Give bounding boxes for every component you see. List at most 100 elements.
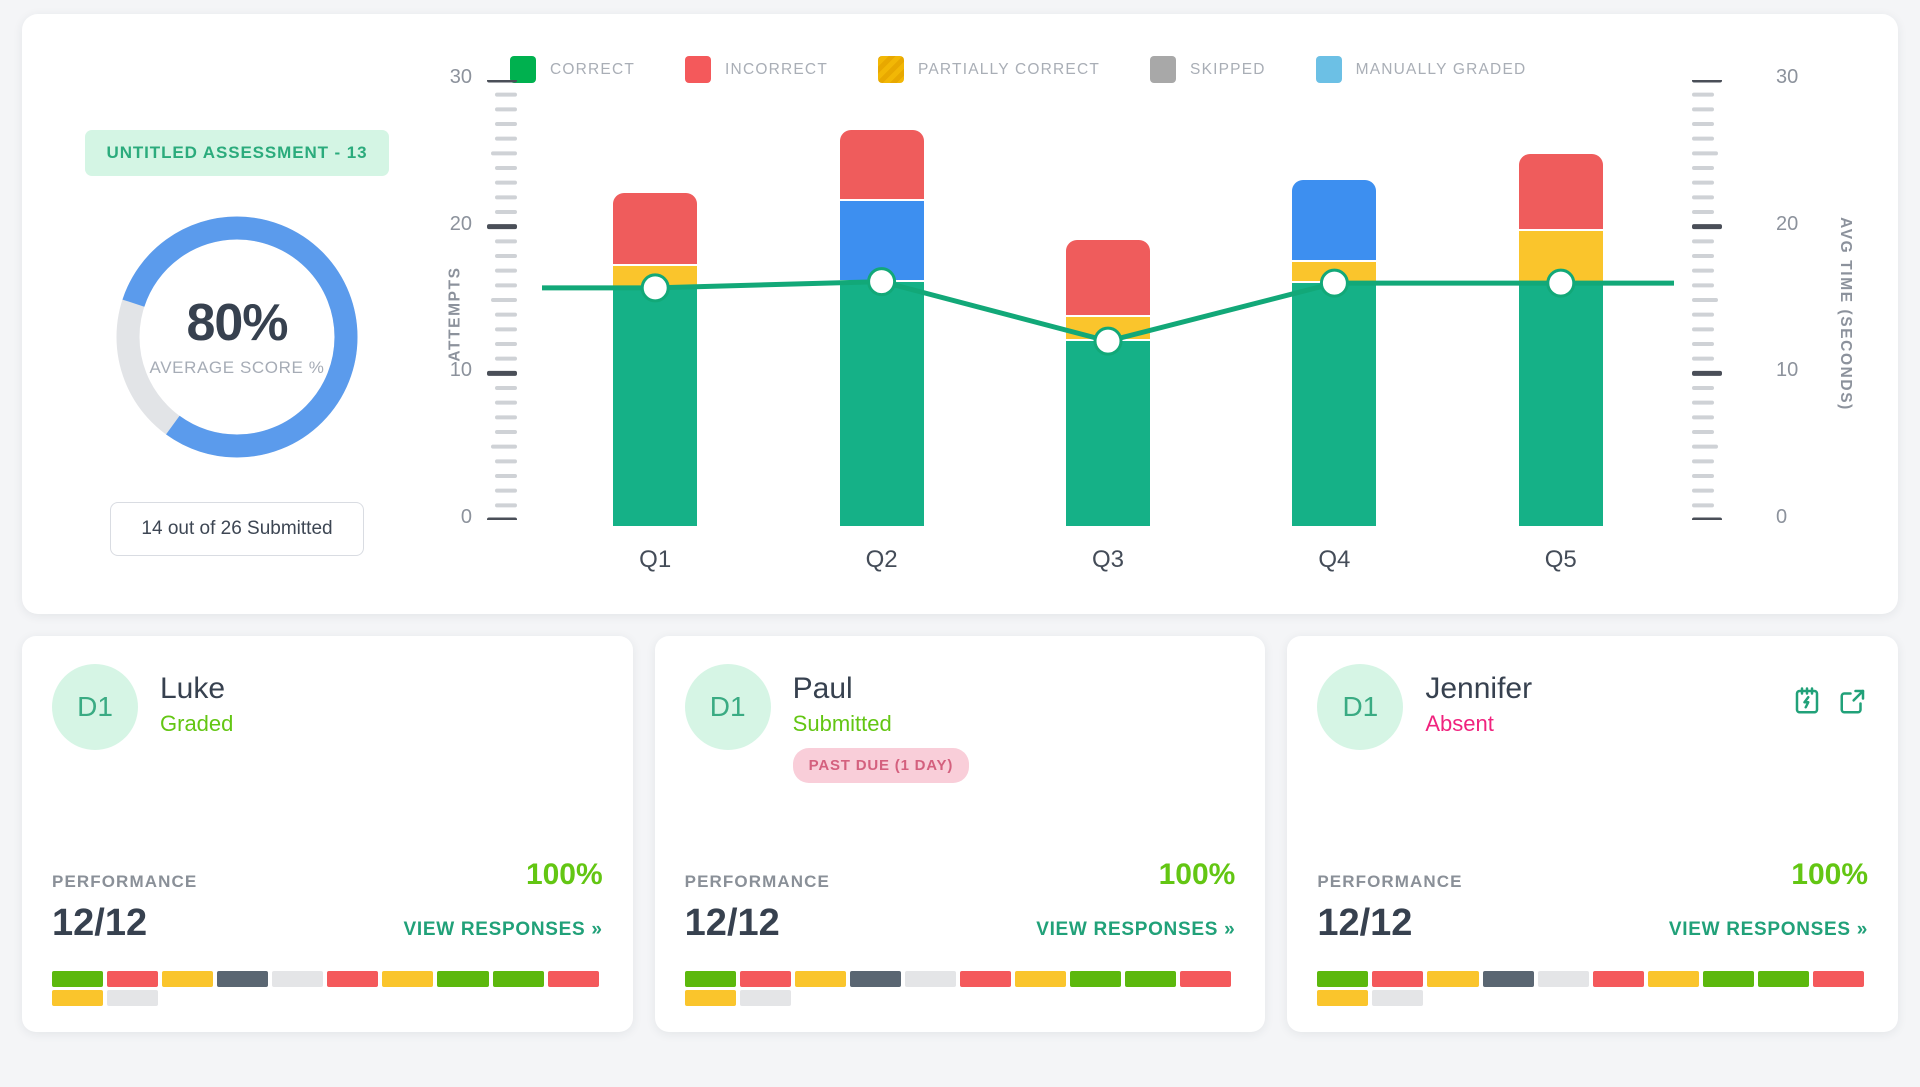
card-header: D1 Luke Graded bbox=[52, 664, 603, 750]
student-card[interactable]: D1 Jennifer Absent PERFORMANCE 100% 12/1… bbox=[1287, 636, 1899, 1032]
question-segments bbox=[1317, 971, 1868, 1006]
bar-segment-incorrect bbox=[1518, 153, 1603, 230]
view-responses-link[interactable]: VIEW RESPONSES » bbox=[404, 919, 603, 941]
question-segment[interactable] bbox=[1125, 971, 1177, 987]
question-segments bbox=[684, 971, 1236, 1006]
axis-tick-0: 0 bbox=[460, 506, 472, 528]
question-performance-chart: CORRECT INCORRECT PARTIALLY CORRECT SKIP… bbox=[422, 32, 1874, 596]
right-axis-ticks bbox=[1692, 80, 1722, 520]
question-segment[interactable] bbox=[794, 971, 846, 987]
student-identity: Luke Graded bbox=[160, 664, 603, 737]
question-segment[interactable] bbox=[217, 971, 269, 987]
question-segment[interactable] bbox=[1180, 971, 1232, 987]
question-segment[interactable] bbox=[492, 971, 544, 987]
question-segment[interactable] bbox=[1070, 971, 1122, 987]
question-segment[interactable] bbox=[52, 990, 104, 1006]
card-header: D1 Jennifer Absent bbox=[1317, 664, 1868, 750]
average-score-donut: 80% AVERAGE SCORE % bbox=[106, 206, 368, 468]
bar-segment-manually-graded bbox=[1292, 180, 1377, 261]
question-segment[interactable] bbox=[1015, 971, 1067, 987]
question-segment[interactable] bbox=[107, 971, 159, 987]
bar-segment-correct bbox=[613, 287, 698, 526]
bar-slot-q2[interactable] bbox=[839, 92, 924, 526]
question-segment[interactable] bbox=[547, 971, 599, 987]
dashboard-page: UNTITLED ASSESSMENT - 13 80% AVERAGE SCO… bbox=[0, 0, 1920, 1087]
x-axis-labels: Q1 Q2 Q3 Q4 Q5 bbox=[542, 546, 1674, 574]
question-segment[interactable] bbox=[382, 971, 434, 987]
y-axis-title-attempts: ATTEMPTS bbox=[446, 266, 464, 362]
student-cards-row: D1 Luke Graded PERFORMANCE 100% 12/12 VI… bbox=[22, 636, 1899, 1032]
card-header: D1 Paul Submitted PAST DUE (1 DAY) bbox=[684, 664, 1236, 783]
question-segment[interactable] bbox=[849, 971, 901, 987]
student-status: Graded bbox=[160, 711, 234, 736]
avatar: D1 bbox=[1317, 664, 1404, 750]
student-card[interactable]: D1 Luke Graded PERFORMANCE 100% 12/12 VI… bbox=[22, 636, 633, 1032]
question-segment[interactable] bbox=[739, 971, 791, 987]
student-card[interactable]: D1 Paul Submitted PAST DUE (1 DAY) PERFO… bbox=[654, 636, 1266, 1032]
student-identity: Paul Submitted PAST DUE (1 DAY) bbox=[792, 664, 1236, 783]
card-actions bbox=[1792, 664, 1868, 716]
axis-tick-10: 10 bbox=[449, 359, 472, 382]
external-link-icon[interactable] bbox=[1838, 686, 1868, 716]
bar-segment-partially-correct bbox=[613, 265, 698, 286]
question-segment[interactable] bbox=[162, 971, 214, 987]
question-segment[interactable] bbox=[327, 971, 379, 987]
axis-tick-30: 30 bbox=[449, 66, 472, 88]
bar-slot-q3[interactable] bbox=[1065, 92, 1150, 526]
question-segment[interactable] bbox=[684, 990, 736, 1006]
question-segment[interactable] bbox=[1372, 990, 1424, 1006]
question-segment[interactable] bbox=[1647, 971, 1699, 987]
student-name: Luke bbox=[160, 672, 226, 705]
past-due-badge: PAST DUE (1 DAY) bbox=[792, 748, 970, 783]
bar-slot-q5[interactable] bbox=[1518, 92, 1603, 526]
assessment-overview-panel: UNTITLED ASSESSMENT - 13 80% AVERAGE SCO… bbox=[22, 14, 1898, 614]
student-identity: Jennifer Absent bbox=[1425, 664, 1770, 737]
view-responses-link[interactable]: VIEW RESPONSES » bbox=[1036, 919, 1235, 941]
performance-percent: 100% bbox=[1791, 858, 1869, 891]
bar-group bbox=[542, 92, 1674, 526]
question-segment[interactable] bbox=[107, 990, 159, 1006]
bar-segment-incorrect bbox=[613, 193, 698, 264]
axis-tick-right-0: 0 bbox=[1776, 506, 1788, 528]
question-segment[interactable] bbox=[739, 990, 791, 1006]
bar-stack-q3 bbox=[1065, 240, 1150, 526]
score-row: 12/12 VIEW RESPONSES » bbox=[685, 902, 1236, 945]
question-segment[interactable] bbox=[437, 971, 489, 987]
question-segment[interactable] bbox=[1757, 971, 1809, 987]
question-segment[interactable] bbox=[684, 971, 736, 987]
notepad-icon[interactable] bbox=[1792, 686, 1822, 716]
question-segment[interactable] bbox=[1702, 971, 1754, 987]
question-segment[interactable] bbox=[272, 971, 324, 987]
question-segment[interactable] bbox=[52, 971, 104, 987]
question-segment[interactable] bbox=[904, 971, 956, 987]
question-segment[interactable] bbox=[1812, 971, 1864, 987]
question-segments bbox=[52, 971, 603, 1006]
assessment-summary: UNTITLED ASSESSMENT - 13 80% AVERAGE SCO… bbox=[52, 32, 422, 596]
x-label-q2: Q2 bbox=[865, 546, 898, 573]
view-responses-link[interactable]: VIEW RESPONSES » bbox=[1669, 919, 1868, 941]
assessment-title-chip: UNTITLED ASSESSMENT - 13 bbox=[84, 130, 390, 176]
question-segment[interactable] bbox=[1537, 971, 1589, 987]
bar-segment-correct bbox=[839, 281, 924, 526]
bar-segment-correct bbox=[1518, 283, 1603, 526]
question-segment[interactable] bbox=[959, 971, 1012, 987]
submitted-count-button[interactable]: 14 out of 26 Submitted bbox=[110, 502, 364, 556]
bar-segment-incorrect bbox=[839, 130, 924, 200]
bar-stack-q4 bbox=[1292, 180, 1377, 526]
donut-center-text: 80% AVERAGE SCORE % bbox=[106, 206, 368, 468]
bar-stack-q1 bbox=[613, 193, 698, 526]
question-segment[interactable] bbox=[1317, 971, 1369, 987]
x-label-q4: Q4 bbox=[1318, 546, 1351, 573]
performance-label: PERFORMANCE bbox=[1317, 872, 1463, 891]
student-status: Submitted bbox=[792, 711, 892, 736]
performance-percent: 100% bbox=[1158, 858, 1236, 891]
question-segment[interactable] bbox=[1317, 990, 1369, 1006]
question-segment[interactable] bbox=[1372, 971, 1424, 987]
question-segment[interactable] bbox=[1592, 971, 1644, 987]
question-segment[interactable] bbox=[1482, 971, 1534, 987]
bar-slot-q1[interactable] bbox=[613, 92, 698, 526]
axis-tick-20: 20 bbox=[449, 212, 472, 235]
question-segment[interactable] bbox=[1427, 971, 1479, 987]
bar-slot-q4[interactable] bbox=[1292, 92, 1377, 526]
score-value: 12/12 bbox=[684, 902, 780, 944]
